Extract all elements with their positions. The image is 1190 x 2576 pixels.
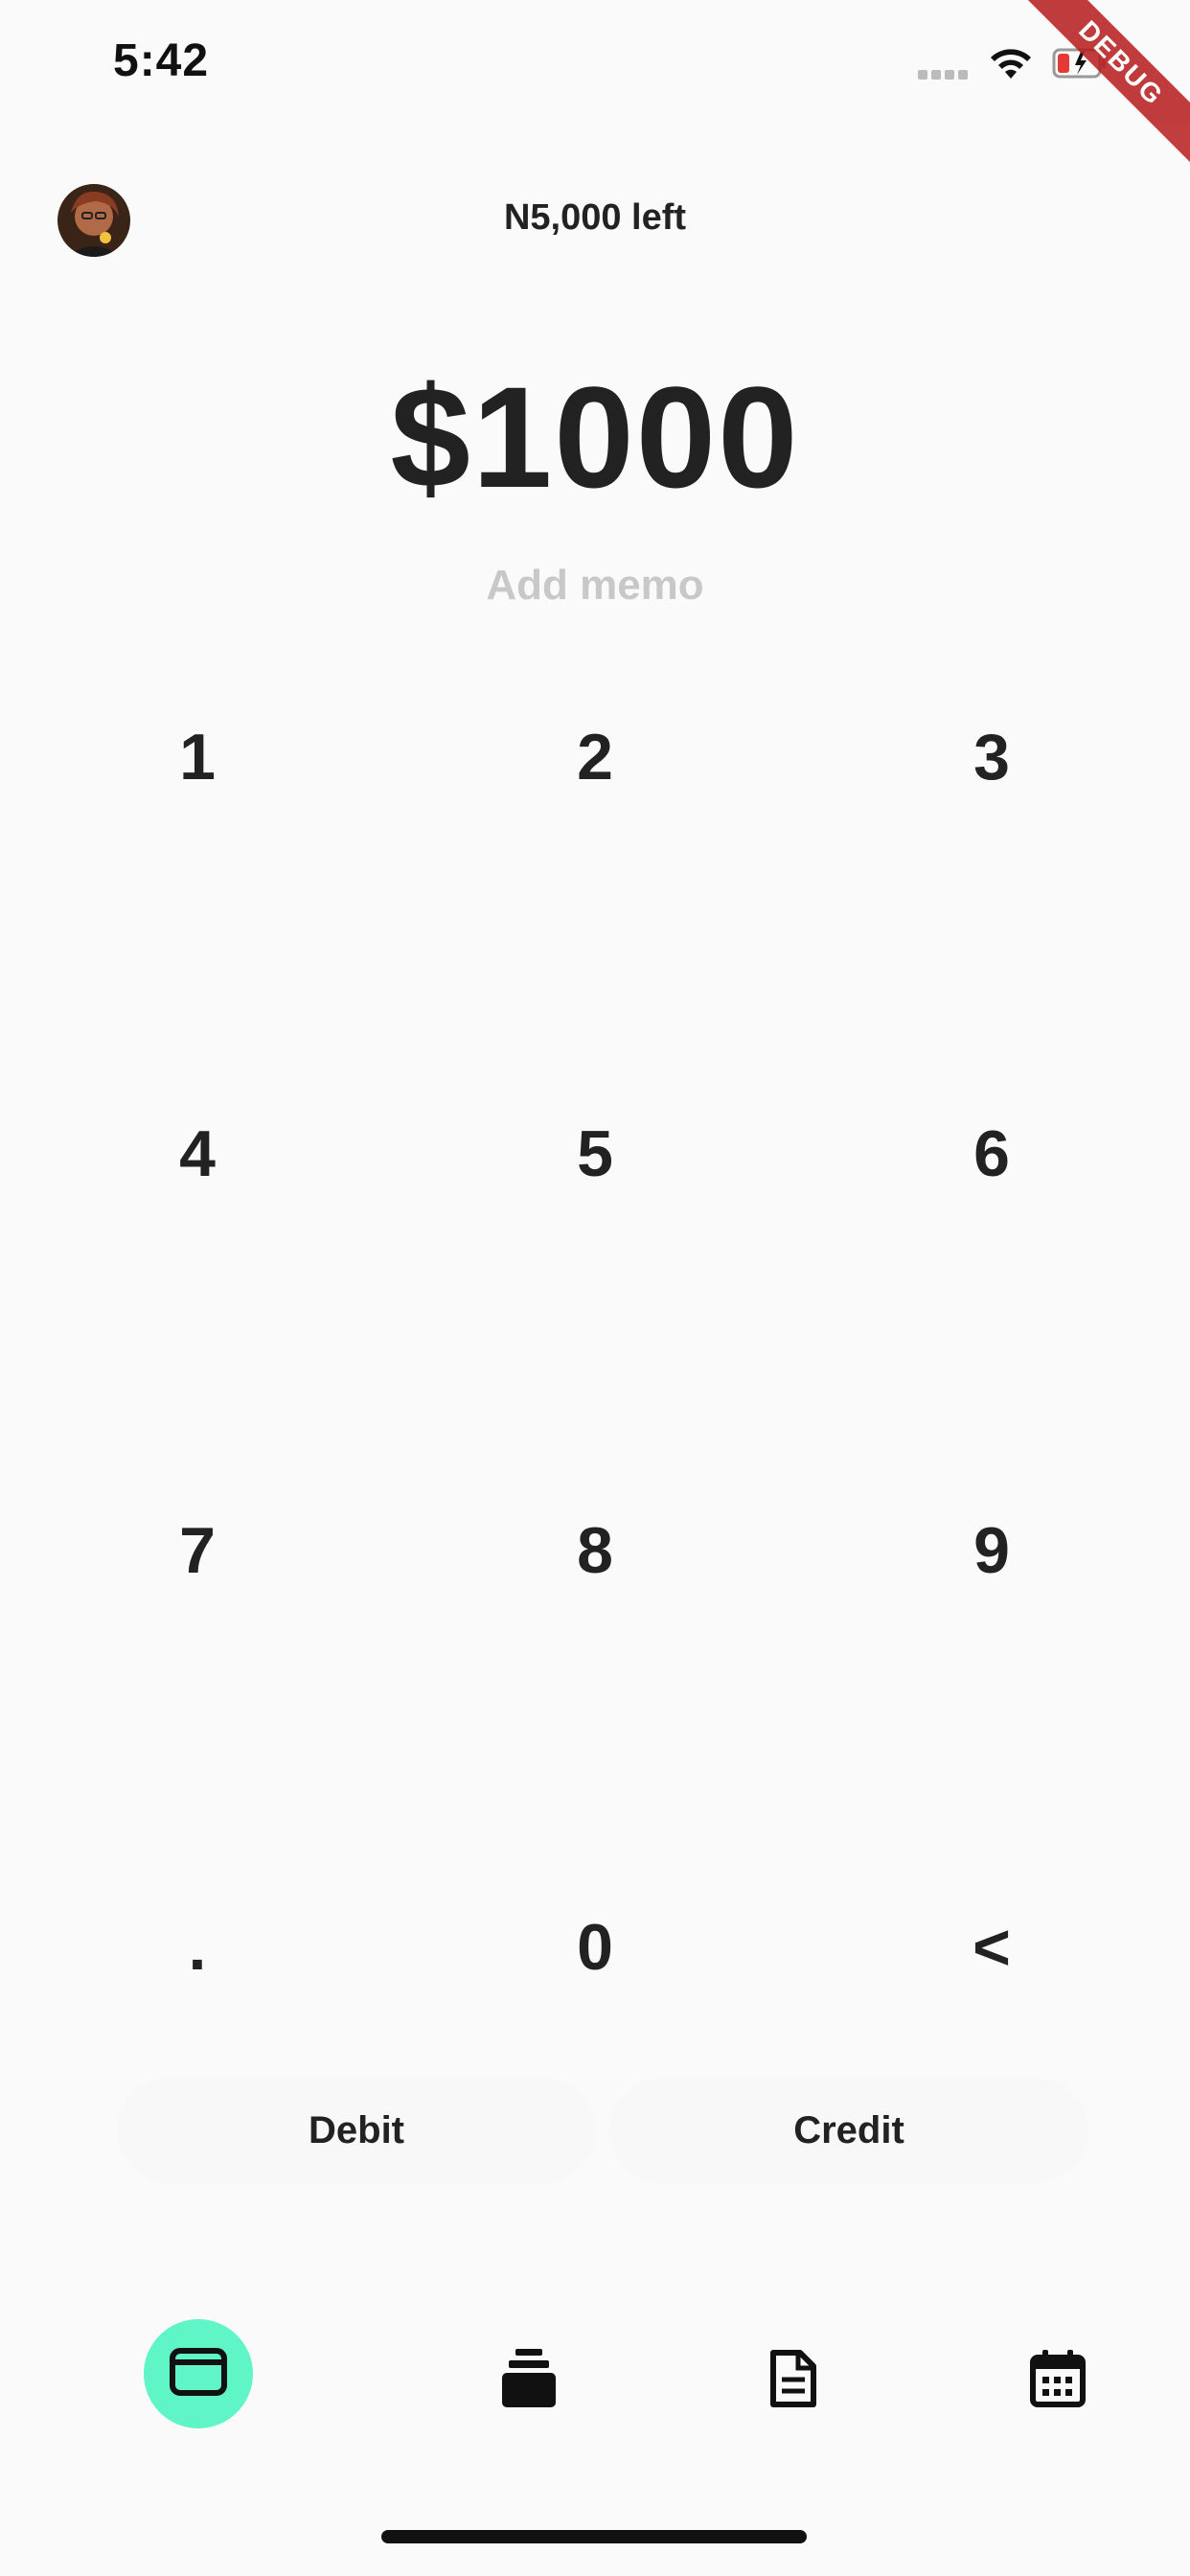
status-bar: 5:42 bbox=[0, 0, 1190, 134]
memo-input[interactable]: Add memo bbox=[0, 562, 1190, 610]
calendar-icon bbox=[1030, 2349, 1086, 2412]
amount-display: $1000 bbox=[390, 356, 800, 518]
key-3[interactable]: 3 bbox=[800, 661, 1183, 853]
key-5[interactable]: 5 bbox=[403, 1058, 787, 1250]
key-decimal[interactable]: . bbox=[6, 1852, 389, 2043]
wallet-icon bbox=[170, 2347, 227, 2402]
keypad: 1 2 3 4 5 6 7 8 9 . 0 < bbox=[0, 661, 1190, 1993]
document-icon bbox=[769, 2349, 817, 2413]
key-1[interactable]: 1 bbox=[6, 661, 389, 853]
key-8[interactable]: 8 bbox=[403, 1455, 787, 1646]
key-9[interactable]: 9 bbox=[800, 1455, 1183, 1646]
bottom-nav bbox=[0, 2300, 1190, 2472]
nav-item-stack[interactable] bbox=[491, 2342, 567, 2419]
stack-icon bbox=[502, 2348, 556, 2413]
signal-icon bbox=[918, 67, 973, 80]
debit-button[interactable]: Debit bbox=[117, 2078, 596, 2183]
key-0[interactable]: 0 bbox=[403, 1852, 787, 2043]
credit-button[interactable]: Credit bbox=[609, 2078, 1088, 2183]
key-2[interactable]: 2 bbox=[403, 661, 787, 853]
key-6[interactable]: 6 bbox=[800, 1058, 1183, 1250]
status-time: 5:42 bbox=[113, 35, 210, 86]
key-4[interactable]: 4 bbox=[6, 1058, 389, 1250]
budget-left-label: N5,000 left bbox=[503, 197, 687, 238]
key-7[interactable]: 7 bbox=[6, 1455, 389, 1646]
home-indicator[interactable] bbox=[381, 2530, 807, 2543]
nav-item-document[interactable] bbox=[755, 2342, 832, 2419]
nav-item-wallet[interactable] bbox=[144, 2319, 253, 2428]
wifi-icon bbox=[987, 44, 1035, 82]
key-backspace[interactable]: < bbox=[800, 1852, 1183, 2043]
nav-item-calendar[interactable] bbox=[1019, 2342, 1096, 2419]
